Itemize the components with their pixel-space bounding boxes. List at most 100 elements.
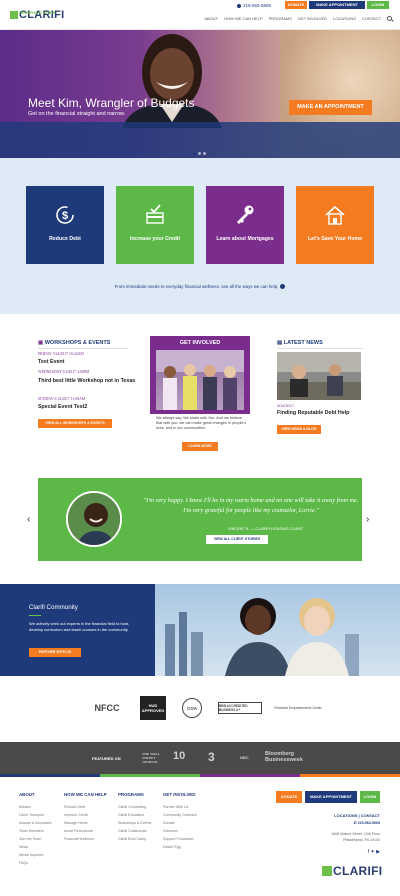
youtube-icon[interactable]: ▶ — [376, 849, 380, 855]
footer-address-line-1: 1608 Walnut Street, 10th Floor — [331, 832, 380, 836]
footer-link[interactable]: Clarifi Counseling — [118, 805, 146, 809]
header-make-appointment-button[interactable]: MAKE APPOINTMENT — [309, 1, 365, 9]
hero-title: Meet Kim, Wrangler of Budgets — [28, 96, 195, 110]
view-all-workshops-button[interactable]: VIEW ALL WORKSHOPS & EVENTS — [38, 419, 112, 428]
footer-clarifi-logo[interactable]: CLARIFI — [322, 862, 382, 880]
hero-banner — [0, 30, 400, 158]
get-involved-title: GET INVOLVED — [179, 340, 221, 346]
footer-about-title: ABOUT — [19, 792, 35, 797]
services-see-all-link[interactable]: From immediate needs to everyday financi… — [0, 284, 400, 290]
nav-programs[interactable]: PROGRAMS — [269, 16, 292, 21]
news-heading: ▤ LATEST NEWS — [277, 340, 323, 346]
logo-mark-icon — [322, 865, 332, 876]
footer-link[interactable]: FAQs — [19, 861, 28, 865]
credit-card-check-icon — [146, 204, 164, 224]
carousel-dot-3[interactable] — [203, 152, 206, 155]
hero-make-appointment-button[interactable]: MAKE AN APPOINTMENT — [289, 100, 372, 115]
footer-phone-text: 215-563-5665 — [357, 821, 380, 825]
footer-link[interactable]: Mission — [19, 805, 31, 809]
footer-link[interactable]: Team Members — [19, 829, 44, 833]
learn-more-button[interactable]: LEARN MORE — [182, 442, 218, 451]
testimonial-attribution: VINCENT R. — CLARIFI HOUSING CLIENT — [228, 527, 304, 531]
nav-contact[interactable]: CONTACT — [362, 16, 381, 21]
featured-on-label: FEATURED ON — [92, 756, 121, 761]
news-photo[interactable] — [277, 352, 361, 400]
header-donate-button[interactable]: DONATE — [285, 1, 307, 9]
news-title: LATEST NEWS — [283, 340, 323, 346]
header-login-button[interactable]: LOGIN — [367, 1, 389, 9]
tile-save-home[interactable]: Let's Save Your Home — [296, 186, 374, 264]
footer-link[interactable]: Clarifi Boot Camp — [118, 837, 146, 841]
footer-link[interactable]: Manage Home — [64, 821, 88, 825]
footer-link[interactable]: Media Inquiries — [19, 853, 43, 857]
footer-link[interactable]: Volunteer — [163, 829, 178, 833]
volunteers-photo — [156, 350, 244, 410]
footer-phone[interactable]: ✆ 215-563-5665 — [354, 821, 380, 825]
tile-label: Let's Save Your Home — [307, 236, 363, 242]
news-headline[interactable]: Finding Reputable Debt Help — [277, 410, 349, 416]
house-icon — [325, 205, 345, 225]
footer-link[interactable]: Donate — [163, 821, 175, 825]
footer-link[interactable]: Avoid Foreclosure — [64, 829, 93, 833]
footer-link[interactable]: Reduce Debt — [64, 805, 85, 809]
facebook-icon[interactable]: f — [368, 849, 369, 855]
footer-link[interactable]: Partner With Us — [163, 805, 188, 809]
financial-empowerment-center-logo: Financial Empowerment Center — [274, 706, 322, 710]
main-nav: ABOUT HOW WE CAN HELP PROGRAMS GET INVOL… — [204, 16, 392, 21]
carousel-dot-2[interactable] — [198, 152, 201, 155]
tile-label: Increase your Credit — [129, 236, 181, 242]
featured-color-bar — [0, 774, 400, 777]
footer-link[interactable]: Improve Credit — [64, 813, 88, 817]
page: CLARIFI 50 TRIUMPHANT YEARS 215-563-5665… — [0, 0, 400, 896]
view-news-blog-button[interactable]: VIEW NEWS & BLOG — [277, 425, 321, 434]
community-illustration — [165, 598, 359, 676]
search-icon[interactable] — [387, 16, 392, 21]
footer-link[interactable]: Easter Egg — [163, 845, 181, 849]
clarifi-logo[interactable]: CLARIFI — [10, 6, 64, 24]
client-avatar — [66, 491, 122, 547]
logo-tagline: 50 TRIUMPHANT YEARS — [14, 11, 55, 15]
footer-link[interactable]: Support Fundraiser — [163, 837, 194, 841]
partner-with-us-button[interactable]: PARTNER WITH US — [29, 648, 81, 657]
partner-logos: NFCC HUD APPROVED COA BBB ACCREDITED BUS… — [0, 696, 400, 722]
footer-link[interactable]: Financial Wellness — [64, 837, 94, 841]
event-title[interactable]: Special Event Test2 — [38, 404, 138, 410]
footer-link[interactable]: Community Outreach — [163, 813, 197, 817]
footer-locations-contact-link[interactable]: LOCATIONS | CONTACT — [334, 813, 380, 818]
nav-how-we-can-help[interactable]: HOW WE CAN HELP — [224, 16, 262, 21]
footer-donate-button[interactable]: DONATE — [276, 791, 302, 803]
footer-get-involved-title: GET INVOLVED — [163, 792, 196, 797]
footer-link[interactable]: News — [19, 845, 28, 849]
community-photo — [155, 584, 400, 676]
carousel-dot-1[interactable] — [193, 152, 196, 155]
event-title[interactable]: Third best little Workshop not in Texas — [38, 377, 138, 385]
footer-make-appointment-button[interactable]: MAKE APPOINTMENT — [305, 791, 357, 803]
header-phone[interactable]: 215-563-5665 — [237, 3, 271, 8]
footer-link[interactable]: Join the Team — [19, 837, 41, 841]
nav-locations[interactable]: LOCATIONS — [333, 16, 356, 21]
nav-get-involved[interactable]: GET INVOLVED — [298, 16, 327, 21]
twitter-icon[interactable]: ✦ — [371, 849, 375, 855]
carousel-prev-icon[interactable]: ‹ — [27, 514, 30, 525]
tile-label: Reduce Debt — [49, 236, 81, 242]
footer-link[interactable]: Workshops & Events — [118, 821, 151, 825]
tile-learn-mortgages[interactable]: Learn about Mortgages — [206, 186, 284, 264]
footer-login-button[interactable]: LOGIN — [360, 791, 380, 803]
footer-logo-text: CLARIFI — [333, 863, 383, 878]
footer-address-line-2: Philadelphia, PA 19103 — [343, 838, 380, 842]
footer-link[interactable]: Clarifi Education — [118, 813, 144, 817]
arrow-right-icon — [280, 284, 286, 290]
footer-link[interactable]: Clarifi Collaborate — [118, 829, 147, 833]
footer-link[interactable]: Client Triumphs — [19, 813, 44, 817]
event-title[interactable]: Test Event — [38, 359, 138, 365]
tile-reduce-debt[interactable]: $ Reduce Debt — [26, 186, 104, 264]
services-note-text: From immediate needs to everyday financi… — [114, 284, 279, 289]
tile-increase-credit[interactable]: Increase your Credit — [116, 186, 194, 264]
dollar-cycle-icon: $ — [56, 206, 74, 224]
footer-link[interactable]: Awards & Accolades — [19, 821, 52, 825]
workshops-divider — [38, 348, 128, 349]
view-client-stories-button[interactable]: VIEW ALL CLIENT STORIES — [206, 535, 268, 544]
nav-about[interactable]: ABOUT — [204, 16, 218, 21]
carousel-next-icon[interactable]: › — [366, 514, 369, 525]
featured-on-bar — [0, 742, 400, 774]
